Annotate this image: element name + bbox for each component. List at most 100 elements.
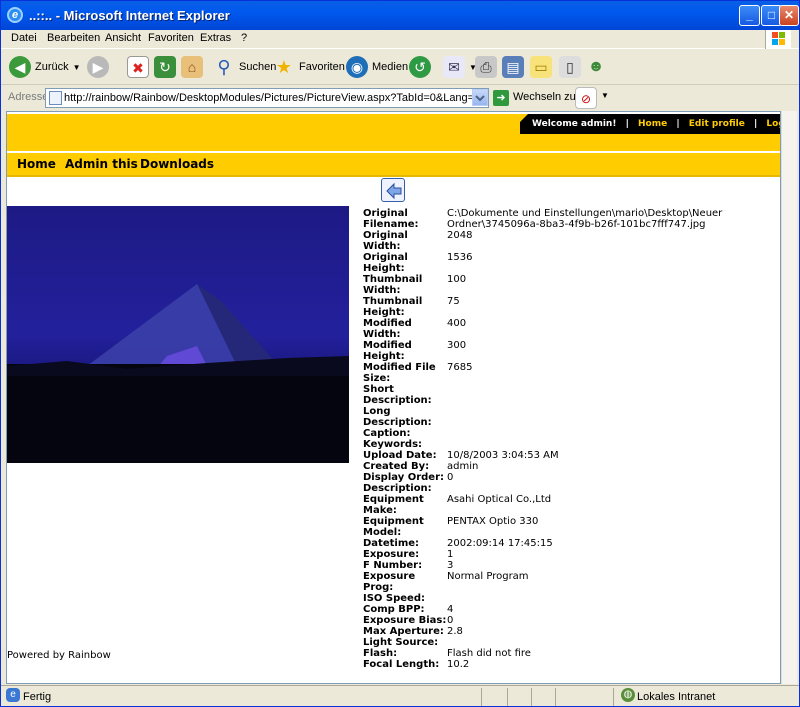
detail-label: Flash: (363, 648, 398, 659)
back-arrow-icon: ◀ (9, 56, 31, 78)
detail-label: Datetime: (363, 538, 420, 549)
top-link-edit-profile[interactable]: Edit profile (689, 119, 745, 129)
detail-value: 1 (447, 549, 454, 560)
detail-value: 400 (447, 318, 467, 329)
status-text: Fertig (23, 691, 52, 703)
detail-value: 10/8/2003 3:04:53 AM (447, 450, 559, 461)
refresh-button[interactable]: ↻ (154, 53, 176, 81)
print-button[interactable]: ⎙ (475, 53, 497, 81)
page-icon (49, 91, 62, 105)
contacts-button[interactable]: ☻ (585, 53, 607, 81)
pdf-icon[interactable]: ⊘ (575, 87, 597, 109)
picture-details: Original Filename: C:\Dokumente und Einst… (363, 208, 747, 670)
detail-label: Original Filename: (363, 208, 419, 230)
nav-home[interactable]: Home (17, 157, 56, 171)
search-button[interactable]: ⚲ Suchen (213, 53, 276, 81)
menu-ansicht[interactable]: Ansicht (105, 32, 141, 44)
media-label: Medien (372, 61, 409, 73)
detail-row: Original Height: 1536 (363, 252, 747, 274)
search-label: Suchen (239, 61, 277, 73)
pyramid-photo (7, 284, 349, 463)
favorites-button[interactable]: ★ Favoriten (273, 53, 345, 81)
history-button[interactable]: ↺ (409, 53, 431, 81)
top-link-logoff[interactable]: Logoff (766, 119, 780, 129)
detail-label: Thumbnail Height: (363, 296, 423, 318)
detail-row: Modified Height: 300 (363, 340, 747, 362)
detail-row: Original Width: 2048 (363, 230, 747, 252)
menu-help[interactable]: ? (241, 32, 247, 44)
dropdown-arrow-icon[interactable]: ▼ (601, 91, 609, 100)
minimize-button[interactable]: _ (739, 5, 760, 26)
detail-label: Short Description: (363, 384, 432, 406)
favorites-label: Favoriten (299, 61, 345, 73)
detail-row: Focal Length: 10.2 (363, 659, 747, 670)
edit-button[interactable]: ▤ (502, 53, 524, 81)
address-dropdown-button[interactable] (472, 89, 488, 106)
detail-value: Flash did not fire (447, 648, 531, 659)
mail-button[interactable]: ✉ ▼ (443, 53, 477, 81)
title-bar[interactable]: e ..::.. - Microsoft Internet Explorer _… (1, 1, 799, 30)
nav-downloads[interactable]: Downloads (140, 157, 214, 171)
top-link-home[interactable]: Home (638, 119, 667, 129)
go-button[interactable]: Wechseln zu (513, 91, 576, 103)
detail-label: Focal Length: (363, 659, 440, 670)
close-button[interactable]: ✕ (779, 5, 799, 26)
detail-row: Thumbnail Height: 75 (363, 296, 747, 318)
toolbar: ◀ Zurück ▼ ▶ ✖ ↻ ⌂ ⚲ Suchen ★ Favoriten … (1, 49, 799, 85)
media-button[interactable]: ◉ Medien (346, 53, 408, 81)
main-nav: Home Admin this Downloads (7, 153, 780, 177)
detail-label: Equipment Model: (363, 516, 424, 538)
welcome-text: Welcome admin! (532, 119, 617, 129)
menu-extras[interactable]: Extras (200, 32, 231, 44)
back-button[interactable]: ◀ Zurück ▼ (9, 53, 81, 81)
address-input[interactable]: http://rainbow/Rainbow/DesktopModules/Pi… (45, 88, 489, 108)
media-icon: ◉ (346, 56, 368, 78)
detail-value: PENTAX Optio 330 (447, 516, 539, 527)
detail-label: Light Source: (363, 637, 439, 648)
detail-label: Keywords: (363, 439, 423, 450)
detail-label: Long Description: (363, 406, 432, 428)
printer-icon: ⎙ (475, 56, 497, 78)
detail-label: Comp BPP: (363, 604, 425, 615)
go-arrow-icon[interactable]: ➜ (493, 90, 509, 106)
dropdown-arrow-icon[interactable]: ▼ (73, 63, 81, 72)
menu-datei[interactable]: Datei (11, 32, 37, 44)
messenger-button[interactable]: ▯ (559, 53, 581, 81)
user-nav: Welcome admin! | Home | Edit profile | L… (520, 114, 780, 134)
home-button[interactable]: ⌂ (181, 53, 203, 81)
detail-label: Max Aperture: (363, 626, 444, 637)
menu-bearbeiten[interactable]: Bearbeiten (47, 32, 100, 44)
address-label: Adresse (8, 91, 49, 103)
detail-row: Equipment Make: Asahi Optical Co.,Ltd (363, 494, 747, 516)
refresh-icon: ↻ (154, 56, 176, 78)
discuss-button[interactable]: ▭ (530, 53, 552, 81)
detail-row: Original Filename: C:\Dokumente und Einst… (363, 208, 747, 230)
mail-icon: ✉ (443, 56, 465, 78)
address-url: http://rainbow/Rainbow/DesktopModules/Pi… (64, 92, 488, 104)
detail-value: 100 (447, 274, 467, 285)
forward-button[interactable]: ▶ (87, 53, 109, 81)
detail-value: 7685 (447, 362, 473, 373)
detail-row: Created By: admin (363, 461, 747, 472)
powered-by: Powered by Rainbow (7, 650, 111, 661)
menu-favoriten[interactable]: Favoriten (148, 32, 194, 44)
phone-icon: ▯ (559, 56, 581, 78)
detail-row: Modified Width: 400 (363, 318, 747, 340)
nav-admin-this[interactable]: Admin this (65, 157, 138, 171)
detail-label: Exposure: (363, 549, 420, 560)
detail-value: 2.8 (447, 626, 463, 637)
windows-logo-icon (765, 30, 791, 49)
detail-row: Datetime: 2002:09:14 17:45:15 (363, 538, 747, 549)
detail-row: F Number: 3 (363, 560, 747, 571)
detail-value: 3 (447, 560, 454, 571)
detail-row: Exposure Prog: Normal Program (363, 571, 747, 593)
back-to-list-button[interactable] (381, 178, 405, 202)
detail-row: Upload Date: 10/8/2003 3:04:53 AM (363, 450, 747, 461)
vertical-scrollbar[interactable] (781, 111, 797, 684)
ie-logo-icon: e (7, 7, 23, 23)
stop-button[interactable]: ✖ (127, 53, 149, 81)
stop-icon: ✖ (127, 56, 149, 78)
detail-row: Exposure: 1 (363, 549, 747, 560)
detail-value: 300 (447, 340, 467, 351)
detail-row: Thumbnail Width: 100 (363, 274, 747, 296)
